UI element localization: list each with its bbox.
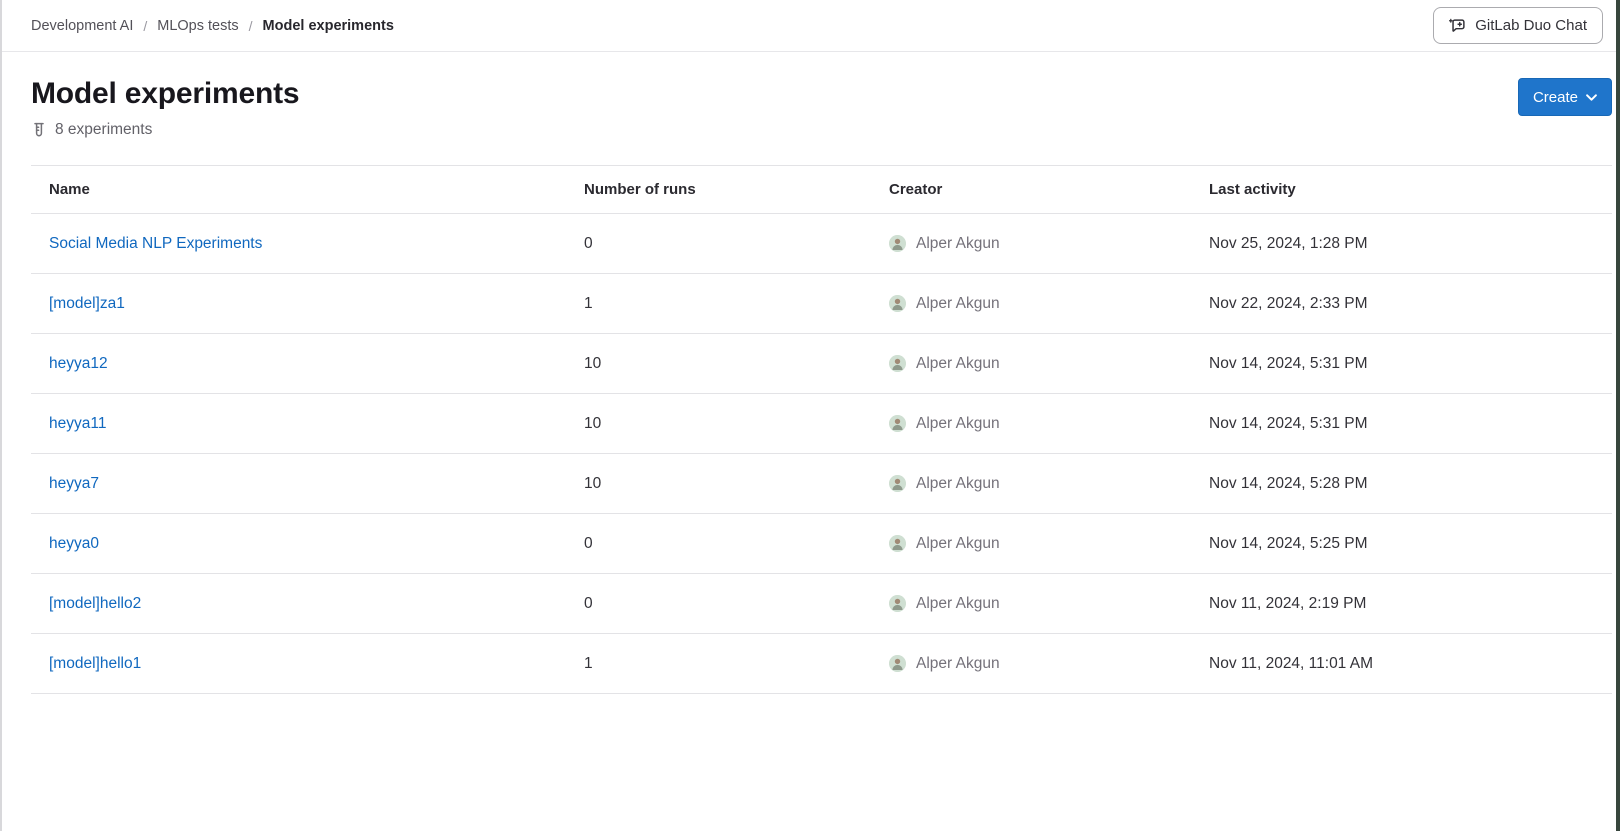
table-row: heyya7 10 Alper Akgun Nov 14, 2024, 5:28… [31,454,1612,514]
experiment-link[interactable]: [model]hello2 [49,595,141,612]
column-header-number-of-runs: Number of runs [566,181,871,198]
chevron-down-icon [1586,94,1597,101]
runs-count: 0 [566,235,871,253]
runs-count: 10 [566,355,871,373]
creator-name: Alper Akgun [916,655,1000,673]
avatar [889,235,906,252]
avatar [889,595,906,612]
beaker-icon [31,122,47,138]
create-button[interactable]: Create [1518,78,1612,116]
duo-chat-label: GitLab Duo Chat [1475,17,1587,34]
experiment-link[interactable]: heyya7 [49,475,99,492]
avatar [889,415,906,432]
column-header-creator: Creator [871,181,1191,198]
experiments-table: Name Number of runs Creator Last activit… [31,165,1612,694]
experiment-link[interactable]: [model]za1 [49,295,125,312]
creator-name: Alper Akgun [916,295,1000,313]
runs-count: 10 [566,475,871,493]
last-activity: Nov 11, 2024, 2:19 PM [1191,595,1612,613]
avatar [889,475,906,492]
table-row: Social Media NLP Experiments 0 Alper Akg… [31,214,1612,274]
last-activity: Nov 14, 2024, 5:31 PM [1191,355,1612,373]
breadcrumb-link-mlops-tests[interactable]: MLOps tests [157,18,238,34]
runs-count: 1 [566,295,871,313]
page-title: Model experiments [31,76,299,112]
last-activity: Nov 14, 2024, 5:25 PM [1191,535,1612,553]
table-row: [model]hello2 0 Alper Akgun Nov 11, 2024… [31,574,1612,634]
table-header-row: Name Number of runs Creator Last activit… [31,165,1612,214]
runs-count: 0 [566,595,871,613]
table-row: [model]za1 1 Alper Akgun Nov 22, 2024, 2… [31,274,1612,334]
experiment-link[interactable]: heyya11 [49,415,106,432]
experiment-count: 8 experiments [31,121,299,139]
avatar [889,295,906,312]
window-right-edge [1616,0,1620,831]
duo-chat-icon [1449,17,1466,34]
creator-name: Alper Akgun [916,415,1000,433]
breadcrumb-separator: / [143,18,147,34]
runs-count: 10 [566,415,871,433]
breadcrumb-current-model-experiments: Model experiments [263,18,394,34]
last-activity: Nov 11, 2024, 11:01 AM [1191,655,1612,673]
creator-name: Alper Akgun [916,475,1000,493]
creator-name: Alper Akgun [916,355,1000,373]
creator-name: Alper Akgun [916,235,1000,253]
table-row: heyya0 0 Alper Akgun Nov 14, 2024, 5:25 … [31,514,1612,574]
breadcrumb-separator: / [249,18,253,34]
experiment-link[interactable]: [model]hello1 [49,655,141,672]
last-activity: Nov 14, 2024, 5:31 PM [1191,415,1612,433]
window-left-edge [0,0,2,831]
runs-count: 1 [566,655,871,673]
breadcrumb: Development AI / MLOps tests / Model exp… [31,18,394,34]
column-header-last-activity: Last activity [1191,181,1612,198]
experiment-link[interactable]: Social Media NLP Experiments [49,235,262,252]
table-row: heyya12 10 Alper Akgun Nov 14, 2024, 5:3… [31,334,1612,394]
experiment-count-label: 8 experiments [55,121,152,139]
experiment-link[interactable]: heyya0 [49,535,99,552]
main-content: Model experiments 8 experiments Create [0,76,1620,694]
table-row: heyya11 10 Alper Akgun Nov 14, 2024, 5:3… [31,394,1612,454]
avatar [889,535,906,552]
breadcrumb-bar: Development AI / MLOps tests / Model exp… [0,0,1620,52]
page-header: Model experiments 8 experiments Create [31,76,1612,139]
breadcrumb-link-development-ai[interactable]: Development AI [31,18,133,34]
last-activity: Nov 22, 2024, 2:33 PM [1191,295,1612,313]
experiment-link[interactable]: heyya12 [49,355,108,372]
avatar [889,355,906,372]
avatar [889,655,906,672]
creator-name: Alper Akgun [916,595,1000,613]
last-activity: Nov 14, 2024, 5:28 PM [1191,475,1612,493]
create-button-label: Create [1533,89,1578,106]
title-block: Model experiments 8 experiments [31,76,299,139]
column-header-name: Name [31,181,566,198]
creator-name: Alper Akgun [916,535,1000,553]
gitlab-duo-chat-button[interactable]: GitLab Duo Chat [1433,7,1603,44]
table-row: [model]hello1 1 Alper Akgun Nov 11, 2024… [31,634,1612,694]
runs-count: 0 [566,535,871,553]
last-activity: Nov 25, 2024, 1:28 PM [1191,235,1612,253]
